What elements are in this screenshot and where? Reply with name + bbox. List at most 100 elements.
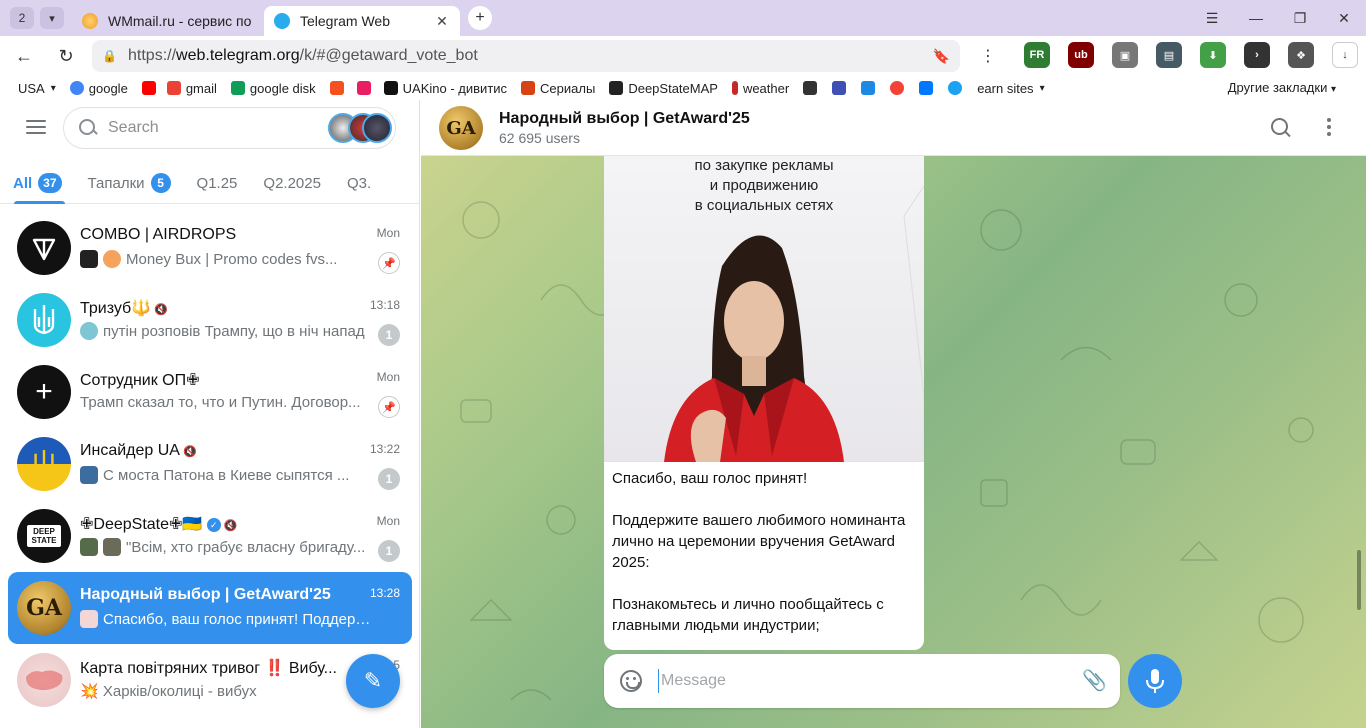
- bookmark-google-disk[interactable]: google disk: [230, 81, 316, 96]
- bookmark-snowflake[interactable]: [948, 81, 967, 96]
- message-bubble[interactable]: по закупке рекламы и продвижению в социа…: [604, 156, 924, 650]
- paperclip-attach-icon[interactable]: 📎: [1082, 668, 1107, 694]
- uakino-icon: [383, 81, 398, 95]
- yandex-icon: [890, 81, 905, 95]
- bookmark-weather[interactable]: weather: [731, 81, 789, 96]
- new-message-pencil-button[interactable]: ✎: [346, 654, 400, 708]
- chat-preview: С моста Патона в Киеве сыпятся ...: [80, 466, 375, 484]
- terminal-extension-icon[interactable]: ›: [1244, 42, 1270, 68]
- reload-icon[interactable]: ↻: [48, 38, 84, 74]
- restore-icon[interactable]: ❐: [1278, 10, 1322, 27]
- url-text: https://web.telegram.org/k/#@getaward_vo…: [128, 47, 478, 64]
- puzzle-extension-icon[interactable]: ❖: [1288, 42, 1314, 68]
- chat-header-avatar[interactable]: GA: [439, 106, 483, 150]
- bookmark-deepstatemap[interactable]: DeepStateMAP: [609, 81, 718, 96]
- minimize-icon[interactable]: —: [1234, 10, 1278, 26]
- bookmark-serials[interactable]: Сериалы: [521, 81, 595, 96]
- ublock-extension-icon[interactable]: ub: [1068, 42, 1094, 68]
- menu-icon[interactable]: ☰: [1190, 10, 1234, 27]
- hamburger-menu-icon[interactable]: [26, 120, 46, 138]
- tab-tapalki[interactable]: Тапалки 5: [75, 162, 184, 204]
- drive-icon: [230, 81, 245, 95]
- muted-icon: 🔇: [182, 446, 197, 458]
- chat-item-insider-ua[interactable]: Инсайдер UA 🔇 13:22 С моста Патона в Киев…: [8, 428, 412, 500]
- bookmark-star[interactable]: [356, 81, 376, 96]
- tab-q2[interactable]: Q2.2025: [250, 162, 334, 204]
- chat-name: Тризуб🔱 🔇: [80, 300, 168, 317]
- url-field[interactable]: 🔒 https://web.telegram.org/k/#@getaward_…: [92, 40, 960, 72]
- chat-header[interactable]: GA Народный выбор | GetAward'25 62 695 u…: [421, 100, 1366, 156]
- translate-icon: [861, 81, 876, 95]
- vk-icon: [919, 81, 934, 95]
- bookmark-icon[interactable]: 🔖: [933, 48, 950, 65]
- bookmarks-bar: USA ▾ google gmail google disk UAKino - д…: [0, 76, 1366, 100]
- bookmark-vk[interactable]: [919, 81, 938, 96]
- globe-extension-icon[interactable]: FR: [1024, 42, 1050, 68]
- more-dots-icon[interactable]: ⋮: [980, 46, 996, 66]
- chat-preview: 💥 Харків/околиці - вибух: [80, 683, 257, 700]
- tab-q1[interactable]: Q1.25: [184, 162, 251, 204]
- new-tab-plus-icon[interactable]: +: [468, 6, 492, 30]
- browser-tab-telegram[interactable]: Telegram Web ✕: [264, 6, 460, 36]
- briefcase-extension-icon[interactable]: ▣: [1112, 42, 1138, 68]
- microphone-icon: [1146, 669, 1164, 693]
- message-photo[interactable]: по закупке рекламы и продвижению в социа…: [604, 156, 924, 462]
- trident-icon: [33, 305, 55, 335]
- bookmark-earn-sites[interactable]: earn sites ▾: [977, 81, 1044, 96]
- chat-item-tryzub[interactable]: Тризуб🔱 🔇 13:18 путін розповів Трампу, що…: [8, 284, 412, 356]
- avatar: +: [17, 365, 71, 419]
- bookmark-yandex[interactable]: [890, 81, 909, 96]
- bookmark-f[interactable]: [329, 81, 349, 96]
- search-input[interactable]: [108, 119, 308, 137]
- bookmark-google[interactable]: google: [69, 81, 128, 96]
- chat-item-sotrudnik-op[interactable]: + Сотрудник ОП✙ Mon Трамп сказал то, что…: [8, 356, 412, 428]
- browser-tab-wmmail[interactable]: WMmail.ru - сервис почтовых: [72, 6, 262, 36]
- bookmark-bc[interactable]: [803, 81, 822, 96]
- more-options-icon[interactable]: [1327, 118, 1331, 139]
- message-input[interactable]: [658, 669, 1058, 693]
- extensions-row: FR ub ▣ ▤ ⬇ › ❖ ↓: [1024, 42, 1366, 68]
- search-box[interactable]: [63, 107, 396, 149]
- bookmark-uakino[interactable]: UAKino - дивитис: [383, 81, 507, 96]
- bookmark-youtube[interactable]: [141, 81, 161, 96]
- preview-thumbnail: [80, 538, 98, 556]
- getaward-logo-icon: GA: [446, 117, 476, 139]
- gmail-icon: [166, 81, 181, 95]
- bookmark-translate[interactable]: [861, 81, 880, 96]
- chat-item-deepstate[interactable]: DEEP STATE ✙DeepState✙🇺🇦 ✓ 🔇 Mon "Всім, хт…: [8, 500, 412, 572]
- chat-scrollbar[interactable]: [1357, 550, 1361, 610]
- tab-list-chevron-icon[interactable]: ▾: [40, 7, 64, 29]
- story-avatar-3[interactable]: [362, 113, 392, 143]
- close-tab-icon[interactable]: ✕: [434, 13, 450, 30]
- chat-item-combo-airdrops[interactable]: COMBO | AIRDROPS Mon Money Bux | Promo c…: [8, 212, 412, 284]
- bookmark-usa[interactable]: USA ▾: [18, 81, 56, 96]
- muted-icon: 🔇: [154, 304, 168, 316]
- bookmark-k[interactable]: [832, 81, 851, 96]
- tab-q3[interactable]: Q3.: [334, 162, 384, 204]
- message-composer: 📎: [604, 654, 1120, 708]
- tools-extension-icon[interactable]: ▤: [1156, 42, 1182, 68]
- chat-time: Mon: [376, 370, 400, 384]
- ukraine-map-icon: [26, 670, 63, 691]
- tab-count-button[interactable]: 2: [10, 7, 34, 29]
- verified-icon: ✓: [206, 518, 221, 532]
- downloads-icon[interactable]: ↓: [1332, 42, 1358, 68]
- avatar: GA: [17, 581, 71, 635]
- other-bookmarks[interactable]: Другие закладки ▾: [1228, 80, 1336, 95]
- k-icon: [832, 81, 847, 95]
- wmmail-favicon-icon: [82, 13, 98, 29]
- chat-name: ✙DeepState✙🇺🇦 ✓ 🔇: [80, 516, 238, 533]
- tab-all[interactable]: All 37: [0, 162, 75, 204]
- voice-message-button[interactable]: [1128, 654, 1182, 708]
- chat-preview: Трамп сказал то, что и Путин. Договор...: [80, 394, 361, 411]
- close-window-icon[interactable]: ✕: [1322, 10, 1366, 27]
- chat-item-getaward[interactable]: GA Народный выбор | GetAward'25 13:28 Сп…: [8, 572, 412, 644]
- bookmark-gmail[interactable]: gmail: [166, 81, 217, 96]
- thermometer-icon: [731, 81, 738, 95]
- back-arrow-icon[interactable]: ←: [6, 38, 42, 74]
- chat-search-icon[interactable]: [1271, 118, 1291, 138]
- download-arrow-extension-icon[interactable]: ⬇: [1200, 42, 1226, 68]
- emoji-smile-icon[interactable]: [620, 670, 642, 692]
- tab-badge: 37: [38, 173, 62, 193]
- chat-name: Инсайдер UA 🔇: [80, 442, 197, 459]
